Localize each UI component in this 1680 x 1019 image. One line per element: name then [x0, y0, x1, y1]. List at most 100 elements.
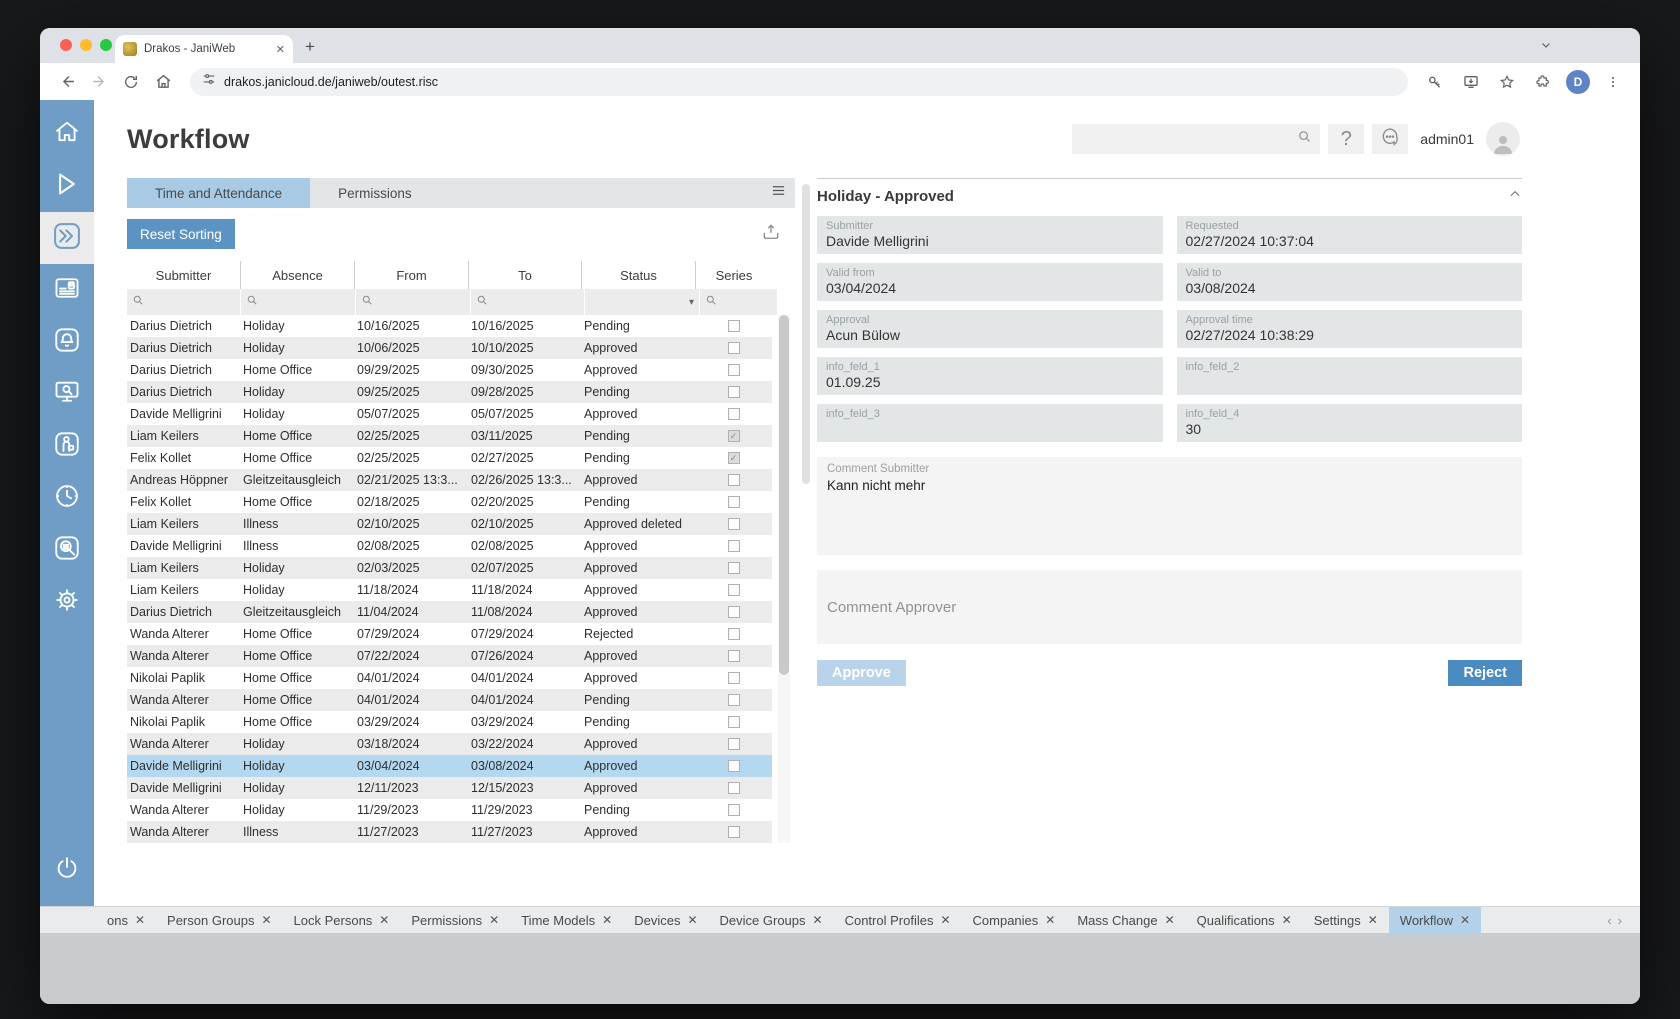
series-checkbox[interactable]: [728, 782, 740, 794]
detail-field-info_feld_3[interactable]: info_feld_3: [817, 404, 1163, 442]
series-checkbox[interactable]: [728, 760, 740, 772]
filter-series[interactable]: [700, 289, 777, 315]
close-icon[interactable]: ✕: [1282, 913, 1292, 927]
filter-to[interactable]: [471, 289, 584, 315]
help-button[interactable]: ?: [1328, 124, 1364, 154]
tab-time-and-attendance[interactable]: Time and Attendance: [127, 178, 310, 208]
module-tab-control-profiles[interactable]: Control Profiles✕: [834, 907, 962, 934]
series-checkbox[interactable]: [728, 364, 740, 376]
series-checkbox[interactable]: [728, 562, 740, 574]
scrollbar-thumb[interactable]: [779, 315, 789, 675]
close-icon[interactable]: ✕: [1460, 913, 1470, 927]
table-row[interactable]: Felix KolletHome Office02/18/202502/20/2…: [127, 491, 772, 513]
comment-submitter-box[interactable]: Comment Submitter Kann nicht mehr: [817, 457, 1522, 555]
minimize-window-button[interactable]: [80, 39, 92, 51]
table-row[interactable]: Felix KolletHome Office02/25/202502/27/2…: [127, 447, 772, 469]
module-tab-permissions[interactable]: Permissions✕: [400, 907, 510, 934]
status-filter-dropdown-icon[interactable]: ▾: [689, 297, 694, 308]
series-checkbox[interactable]: [728, 518, 740, 530]
module-tab-settings[interactable]: Settings✕: [1303, 907, 1389, 934]
global-search[interactable]: [1072, 124, 1320, 154]
column-header-submitter[interactable]: Submitter: [127, 261, 240, 289]
sidebar-item-persons[interactable]: [40, 264, 94, 316]
install-app-icon[interactable]: [1458, 69, 1484, 95]
tab-search-chevron-icon[interactable]: [1540, 38, 1552, 56]
column-header-to[interactable]: To: [468, 261, 581, 289]
sidebar-item-personnel[interactable]: [40, 420, 94, 472]
table-row[interactable]: Davide MelligriniHoliday05/07/202505/07/…: [127, 403, 772, 425]
scroll-tabs-left-icon[interactable]: ‹: [1607, 913, 1611, 928]
table-row[interactable]: Darius DietrichGleitzeitausgleich11/04/2…: [127, 601, 772, 623]
table-row[interactable]: Liam KeilersHoliday11/18/202411/18/2024A…: [127, 579, 772, 601]
series-checkbox[interactable]: [728, 738, 740, 750]
detail-scrollbar[interactable]: [795, 178, 817, 906]
series-checkbox[interactable]: [728, 716, 740, 728]
close-icon[interactable]: ✕: [813, 913, 823, 927]
close-icon[interactable]: ✕: [687, 913, 697, 927]
series-checkbox[interactable]: [728, 320, 740, 332]
series-checkbox[interactable]: [728, 408, 740, 420]
module-tab-qualifications[interactable]: Qualifications✕: [1186, 907, 1303, 934]
collapse-chevron-icon[interactable]: [1508, 187, 1522, 206]
filter-status[interactable]: ▾: [585, 289, 699, 315]
series-checkbox[interactable]: ✓: [728, 430, 740, 442]
close-icon[interactable]: ✕: [489, 913, 499, 927]
close-icon[interactable]: ✕: [940, 913, 950, 927]
sidebar-item-monitoring[interactable]: [40, 368, 94, 420]
table-row[interactable]: Wanda AltererHoliday03/18/202403/22/2024…: [127, 733, 772, 755]
column-header-absence[interactable]: Absence: [240, 261, 354, 289]
tab-close-icon[interactable]: ✕: [276, 43, 285, 56]
back-icon[interactable]: [54, 69, 80, 95]
table-row[interactable]: Wanda AltererIllness11/27/202311/27/2023…: [127, 821, 772, 843]
export-icon[interactable]: [761, 222, 781, 247]
site-settings-icon[interactable]: [202, 72, 216, 91]
address-bar[interactable]: drakos.janicloud.de/janiweb/outest.risc: [190, 68, 1408, 96]
module-tab-lock-persons[interactable]: Lock Persons✕: [283, 907, 401, 934]
bookmark-star-icon[interactable]: [1494, 69, 1520, 95]
table-row[interactable]: Davide MelligriniHoliday12/11/202312/15/…: [127, 777, 772, 799]
series-checkbox[interactable]: [728, 342, 740, 354]
detail-field-approval-time[interactable]: Approval time02/27/2024 10:38:29: [1177, 310, 1523, 348]
detail-field-valid-to[interactable]: Valid to03/08/2024: [1177, 263, 1523, 301]
table-row[interactable]: Davide MelligriniIllness02/08/202502/08/…: [127, 535, 772, 557]
reject-button[interactable]: Reject: [1448, 660, 1522, 686]
series-checkbox[interactable]: [728, 606, 740, 618]
close-icon[interactable]: ✕: [135, 913, 145, 927]
tab-menu-icon[interactable]: [771, 183, 787, 203]
module-tab-companies[interactable]: Companies✕: [962, 907, 1067, 934]
series-checkbox[interactable]: [728, 496, 740, 508]
new-tab-button[interactable]: +: [305, 36, 315, 58]
close-window-button[interactable]: [60, 39, 72, 51]
column-header-series[interactable]: Series: [695, 261, 772, 289]
sidebar-item-home[interactable]: [40, 108, 94, 160]
module-tab-mass-change[interactable]: Mass Change✕: [1066, 907, 1185, 934]
home-icon[interactable]: [150, 69, 176, 95]
comment-approver-box[interactable]: Comment Approver: [817, 570, 1522, 644]
series-checkbox[interactable]: [728, 650, 740, 662]
table-row[interactable]: Wanda AltererHoliday11/29/202311/29/2023…: [127, 799, 772, 821]
filter-from[interactable]: [356, 289, 470, 315]
column-header-from[interactable]: From: [354, 261, 468, 289]
detail-field-submitter[interactable]: SubmitterDavide Melligrini: [817, 216, 1163, 254]
sidebar-item-notifications[interactable]: [40, 316, 94, 368]
extensions-puzzle-icon[interactable]: [1530, 69, 1556, 95]
filter-submitter[interactable]: [127, 289, 240, 315]
search-icon[interactable]: [1297, 129, 1312, 149]
table-row[interactable]: Wanda AltererHome Office07/29/202407/29/…: [127, 623, 772, 645]
table-row[interactable]: Wanda AltererHome Office07/22/202407/26/…: [127, 645, 772, 667]
table-row[interactable]: Darius DietrichHoliday09/25/202509/28/20…: [127, 381, 772, 403]
series-checkbox[interactable]: [728, 540, 740, 552]
zoom-window-button[interactable]: [100, 39, 112, 51]
detail-field-requested[interactable]: Requested02/27/2024 10:37:04: [1177, 216, 1523, 254]
detail-field-valid-from[interactable]: Valid from03/04/2024: [817, 263, 1163, 301]
sidebar-item-time[interactable]: [40, 472, 94, 524]
series-checkbox[interactable]: [728, 804, 740, 816]
module-tab-workflow[interactable]: Workflow✕: [1389, 907, 1481, 934]
close-icon[interactable]: ✕: [1165, 913, 1175, 927]
column-header-status[interactable]: Status: [581, 261, 695, 289]
module-tab-person-groups[interactable]: Person Groups✕: [156, 907, 283, 934]
table-row[interactable]: Wanda AltererHome Office04/01/202404/01/…: [127, 689, 772, 711]
reload-icon[interactable]: [118, 69, 144, 95]
table-row[interactable]: Darius DietrichHome Office09/29/202509/3…: [127, 359, 772, 381]
module-tab-device-groups[interactable]: Device Groups✕: [709, 907, 834, 934]
